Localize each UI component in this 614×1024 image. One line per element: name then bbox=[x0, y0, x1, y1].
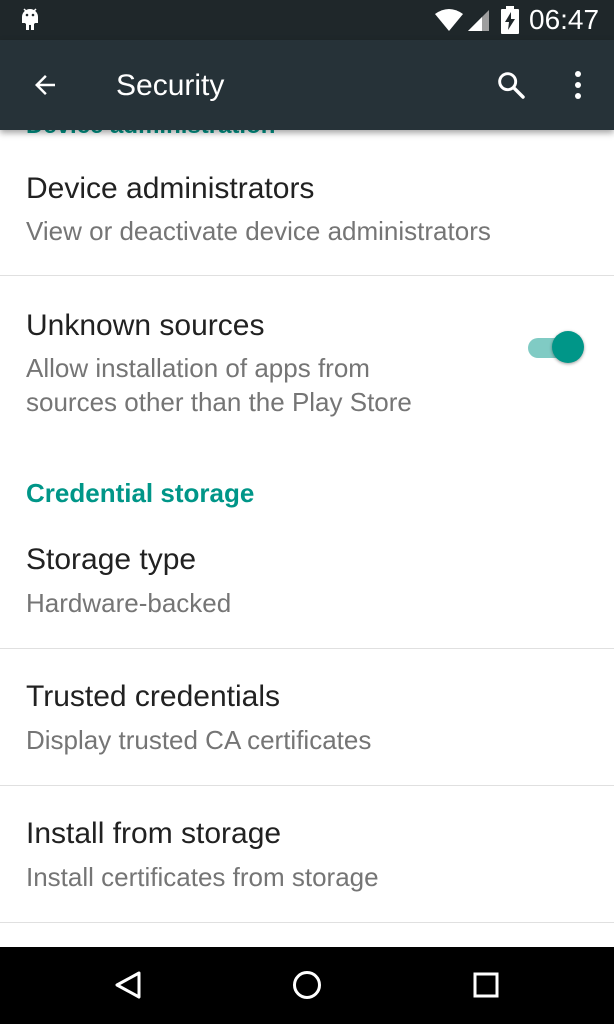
more-vert-icon bbox=[575, 71, 581, 99]
status-bar: 06:47 bbox=[0, 0, 614, 40]
pref-trusted-credentials[interactable]: Trusted credentials Display trusted CA c… bbox=[0, 649, 614, 785]
category-credential-storage: Credential storage bbox=[26, 478, 255, 508]
more-options-button[interactable] bbox=[550, 54, 606, 116]
pref-summary-line2: sources other than the Play Store bbox=[26, 387, 412, 417]
pref-summary: Display trusted CA certificates bbox=[26, 725, 372, 755]
navigation-bar bbox=[0, 947, 614, 1024]
unknown-sources-toggle[interactable] bbox=[526, 328, 586, 368]
status-time: 06:47 bbox=[529, 4, 600, 35]
toggle-thumb bbox=[552, 331, 584, 363]
recents-square-icon bbox=[473, 972, 499, 998]
pref-summary: Install certificates from storage bbox=[26, 862, 379, 892]
pref-summary: Hardware-backed bbox=[26, 588, 232, 618]
search-button[interactable] bbox=[480, 54, 542, 116]
pref-title: Trusted credentials bbox=[26, 680, 281, 713]
back-arrow-icon bbox=[35, 75, 55, 95]
pref-title: Device administrators bbox=[26, 172, 315, 205]
divider bbox=[0, 922, 614, 923]
pref-summary: View or deactivate device administrators bbox=[26, 216, 491, 246]
pref-storage-type[interactable]: Storage type Hardware-backed bbox=[0, 512, 614, 648]
back-button[interactable] bbox=[14, 54, 76, 116]
pref-device-administrators[interactable]: Device administrators View or deactivate… bbox=[0, 130, 614, 275]
signal-icon bbox=[468, 10, 489, 31]
android-icon bbox=[22, 8, 38, 30]
wifi-icon bbox=[435, 9, 463, 31]
pref-title: Unknown sources bbox=[26, 309, 265, 342]
nav-recents-button[interactable] bbox=[456, 957, 516, 1013]
pref-title: Storage type bbox=[26, 543, 197, 576]
battery-charging-icon bbox=[501, 6, 519, 34]
back-triangle-icon bbox=[115, 971, 141, 999]
nav-home-button[interactable] bbox=[277, 957, 337, 1013]
search-icon bbox=[498, 72, 525, 99]
pref-title: Install from storage bbox=[26, 817, 282, 850]
pref-unknown-sources[interactable]: Unknown sources Allow installation of ap… bbox=[0, 276, 614, 436]
settings-list[interactable]: Device administration Device administrat… bbox=[0, 130, 614, 947]
pref-install-from-storage[interactable]: Install from storage Install certificate… bbox=[0, 786, 614, 922]
app-bar: Security bbox=[0, 40, 614, 130]
pref-summary-line1: Allow installation of apps from bbox=[26, 353, 370, 383]
page-title: Security bbox=[116, 69, 225, 102]
home-circle-icon bbox=[293, 971, 321, 999]
nav-back-button[interactable] bbox=[98, 957, 158, 1013]
